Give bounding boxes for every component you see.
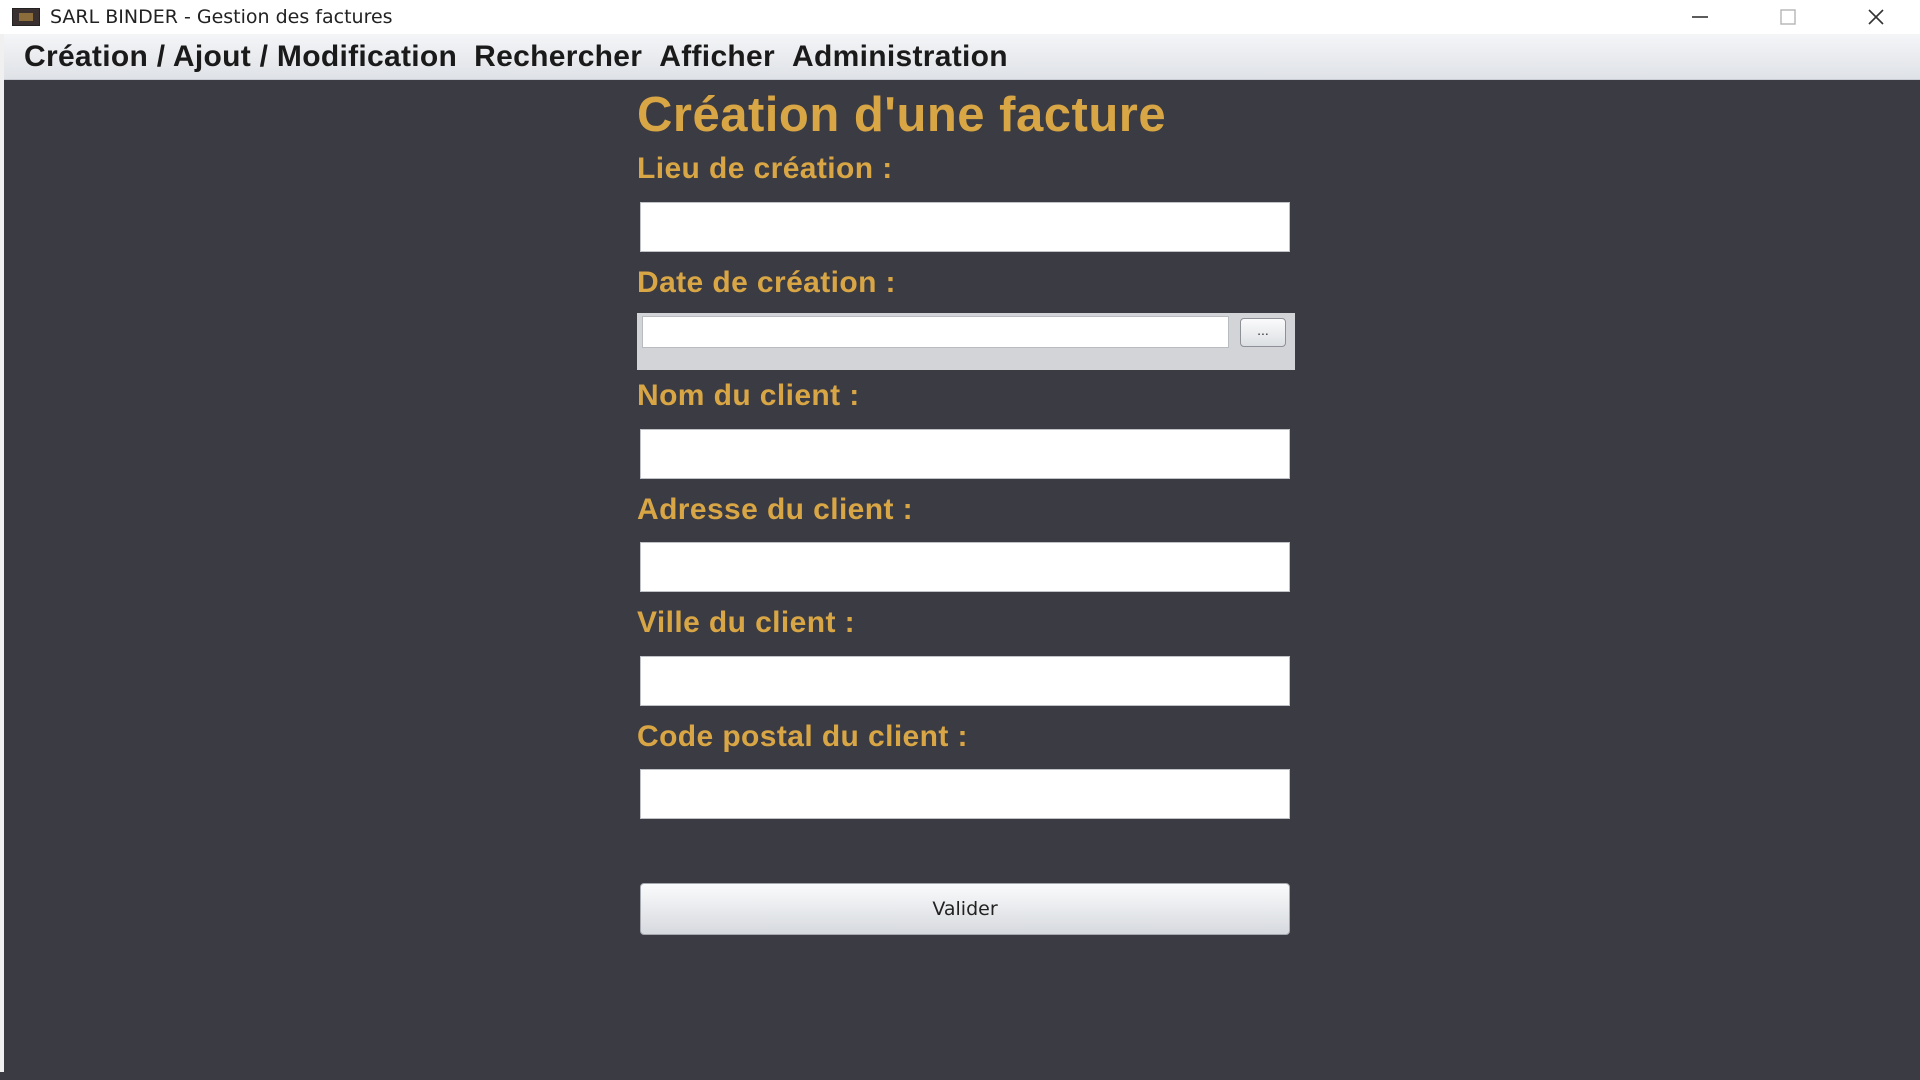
adresse-client-input[interactable]: [640, 542, 1290, 592]
app-window: SARL BINDER - Gestion des factures Créat…: [0, 0, 1920, 1080]
nom-client-label: Nom du client :: [637, 379, 860, 412]
code-postal-client-label: Code postal du client :: [637, 720, 968, 753]
menu-afficher[interactable]: Afficher: [659, 40, 775, 74]
lieu-creation-label: Lieu de création :: [637, 152, 893, 185]
menu-rechercher[interactable]: Rechercher: [474, 40, 642, 74]
adresse-client-label: Adresse du client :: [637, 493, 914, 526]
date-creation-input[interactable]: [642, 316, 1229, 348]
date-picker-button[interactable]: ...: [1240, 318, 1286, 347]
ville-client-label: Ville du client :: [637, 606, 855, 639]
window-left-border: [0, 34, 4, 1080]
maximize-icon: [1780, 9, 1796, 25]
page-title: Création d'une facture: [637, 88, 1167, 142]
ville-client-input[interactable]: [640, 656, 1290, 706]
minimize-button[interactable]: [1656, 0, 1744, 34]
title-bar: SARL BINDER - Gestion des factures: [0, 0, 1920, 34]
close-icon: [1868, 9, 1884, 25]
app-logo-icon: [12, 8, 40, 26]
window-controls: [1656, 0, 1920, 34]
date-creation-label: Date de création :: [637, 266, 896, 299]
date-creation-field: ...: [637, 313, 1295, 370]
lieu-creation-input[interactable]: [640, 202, 1290, 252]
menu-creation-ajout-modification[interactable]: Création / Ajout / Modification: [24, 40, 457, 74]
maximize-button[interactable]: [1744, 0, 1832, 34]
menu-bar: Création / Ajout / Modification Recherch…: [0, 34, 1920, 80]
valider-button[interactable]: Valider: [640, 883, 1290, 935]
window-title: SARL BINDER - Gestion des factures: [50, 6, 393, 28]
menu-administration[interactable]: Administration: [792, 40, 1008, 74]
window-bottom-border: [0, 1072, 1920, 1080]
code-postal-client-input[interactable]: [640, 769, 1290, 819]
close-button[interactable]: [1832, 0, 1920, 34]
minimize-icon: [1692, 16, 1708, 18]
nom-client-input[interactable]: [640, 429, 1290, 479]
